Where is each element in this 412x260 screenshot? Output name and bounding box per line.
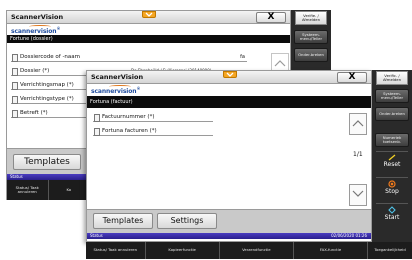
chevron-up-icon (352, 120, 364, 127)
login-logout-button[interactable]: Verifie. / Afmelden (295, 11, 327, 25)
field-factuurnummer[interactable]: Factuurnummer (*) (93, 113, 213, 122)
field-value: fa (240, 54, 245, 60)
page-counter: 1/1 (353, 151, 363, 158)
chevron-down-icon (145, 12, 153, 17)
chevron-down-icon (226, 72, 234, 77)
chevron-up-icon (274, 60, 286, 67)
field-dossiercode[interactable]: Dossiercode of -naam fa (11, 53, 247, 62)
templates-button[interactable]: Templates (13, 154, 81, 170)
stop-label: Stop (385, 188, 399, 195)
section-header: Fortune (dossier) (7, 35, 290, 43)
field-betreft[interactable]: Betreft (*) (11, 109, 91, 118)
field-label: Factuurnummer (*) (102, 114, 155, 120)
start-icon (388, 206, 396, 214)
status-label: Status (90, 233, 103, 238)
window-title: ScannerVision (11, 13, 64, 21)
scannervision-window-front: ScannerVision X scannervision® Fortuna (… (86, 70, 372, 242)
scroll-down-button[interactable] (349, 184, 367, 206)
stop-icon (388, 180, 396, 188)
logo-swoosh (109, 85, 131, 88)
reset-label: Reset (383, 161, 401, 168)
scroll-up-button[interactable] (349, 113, 367, 135)
field-label: Betreft (*) (20, 110, 48, 116)
chevron-down-icon (352, 190, 364, 197)
close-button[interactable]: X (337, 72, 367, 83)
title-bar: ScannerVision X (87, 71, 371, 84)
system-menu-button[interactable]: Systeem-menu/Teller (375, 89, 409, 103)
title-bar: ScannerVision X (7, 11, 290, 24)
field-verrichtingstype[interactable]: Verrichtingstype (*) (11, 95, 91, 104)
divider (376, 203, 408, 204)
divider (376, 177, 408, 178)
start-button[interactable]: Start (372, 206, 412, 230)
field-label: Dossiercode of -naam (20, 54, 81, 60)
field-fortuna-facturen[interactable]: Fortuna facturen (*) (93, 127, 213, 136)
datetime: 02/06/2020 01:26 (331, 233, 367, 238)
field-verrichtingsmap[interactable]: Verrichtingsmap (*) (11, 81, 91, 90)
logo-swoosh (29, 25, 51, 28)
field-label: Dossier (*) (20, 68, 50, 74)
side-panel-front: Verific. / Afmelden Systeem-menu/Teller … (372, 70, 412, 242)
interrupt-button[interactable]: Onder-breken (294, 48, 328, 62)
system-menu-button[interactable]: Systeem-menu/Teller (294, 30, 328, 44)
reset-button[interactable]: Reset (372, 154, 412, 176)
copy-function-button[interactable]: Ko (49, 180, 90, 200)
copy-function-button[interactable]: Kopieerfunctie (146, 242, 220, 259)
status-cancel-button[interactable]: Status/ Taak annuleren (86, 242, 146, 259)
numeric-keypad-button[interactable]: Numeriek toetsenb. (375, 133, 409, 147)
reset-icon (388, 154, 396, 161)
field-label: Fortuna facturen (*) (102, 128, 157, 134)
expand-button[interactable] (142, 11, 156, 18)
window-title: ScannerVision (91, 73, 144, 81)
fax-function-button[interactable]: FAX-functie (294, 242, 369, 259)
settings-button[interactable]: Settings (157, 213, 217, 229)
expand-button[interactable] (223, 71, 237, 78)
interrupt-button[interactable]: Onder-breken (375, 107, 409, 121)
templates-button[interactable]: Templates (93, 213, 153, 229)
close-button[interactable]: X (256, 12, 286, 23)
login-logout-button[interactable]: Verific. / Afmelden (376, 71, 408, 85)
start-label: Start (384, 214, 400, 221)
status-bar: Status 02/06/2020 01:26 (87, 233, 371, 239)
section-header: Fortuna (factuur) (87, 96, 371, 108)
divider (376, 151, 408, 152)
field-label: Verrichtingsmap (*) (20, 82, 74, 88)
send-function-button[interactable]: Verzendfunctie (220, 242, 294, 259)
status-cancel-button[interactable]: Status/ Taak annuleren (7, 180, 49, 200)
accessibility-button[interactable]: Toegankelijkheid (368, 242, 412, 259)
field-label: Verrichtingstype (*) (20, 96, 74, 102)
stop-button[interactable]: Stop (372, 180, 412, 202)
function-bar: Status/ Taak annuleren Kopieerfunctie Ve… (86, 242, 412, 259)
